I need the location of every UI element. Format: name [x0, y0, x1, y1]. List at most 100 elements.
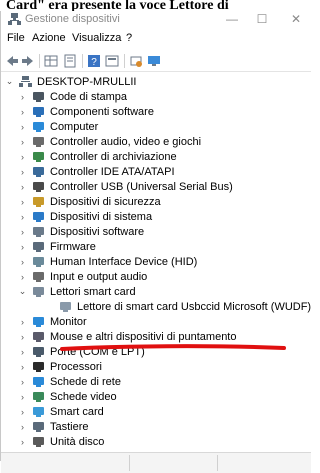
system-folder-icon: [33, 212, 44, 222]
mouse-icon: [33, 332, 44, 342]
tree-category-item[interactable]: › Human Interface Device (HID): [18, 254, 197, 269]
toolbar-divider: [124, 54, 125, 68]
chevron-right-icon[interactable]: ›: [18, 104, 27, 119]
toolbar-divider: [39, 54, 40, 68]
tree-category-item[interactable]: ⌄ Lettori smart card: [18, 284, 136, 299]
device-list-icon[interactable]: [105, 54, 119, 68]
smartcard-icon: [33, 407, 44, 417]
smartcard-device-icon: [60, 302, 71, 312]
title-bar: Gestione dispositivi — ☐ ✕: [1, 11, 311, 28]
chevron-right-icon[interactable]: ›: [18, 164, 27, 179]
monitor-scan-icon[interactable]: [147, 54, 161, 68]
tree-category-item[interactable]: › Monitor: [18, 314, 87, 329]
chevron-right-icon[interactable]: ›: [18, 149, 27, 164]
chevron-right-icon[interactable]: ›: [18, 119, 27, 134]
status-divider: [217, 455, 218, 471]
device-manager-icon: [8, 13, 21, 25]
tree-category-item[interactable]: › Dispositivi di sicurezza: [18, 194, 161, 209]
chevron-right-icon[interactable]: ›: [18, 344, 27, 359]
tree-category-item[interactable]: › Unità disco: [18, 434, 104, 449]
network-icon: [33, 377, 44, 387]
tree-category-item[interactable]: › Controller audio, video e giochi: [18, 134, 201, 149]
audio-io-icon: [33, 272, 44, 282]
tree-category-item[interactable]: › Code di stampa: [18, 89, 127, 104]
device-manager-window: Gestione dispositivi — ☐ ✕ File Azione V…: [0, 11, 311, 473]
properties-grid-icon[interactable]: [44, 54, 58, 68]
tree-item-label: Code di stampa: [50, 90, 128, 103]
chevron-right-icon[interactable]: ›: [18, 209, 27, 224]
minimize-button[interactable]: —: [217, 11, 247, 28]
tree-category-item[interactable]: › Schede di rete: [18, 374, 121, 389]
scan-hardware-icon[interactable]: [129, 54, 143, 68]
tree-category-item[interactable]: › Componenti software: [18, 104, 154, 119]
tree-category-item[interactable]: › Input e output audio: [18, 269, 147, 284]
computer-root-icon: [19, 76, 32, 87]
chevron-right-icon[interactable]: ›: [18, 404, 27, 419]
firmware-icon: [33, 242, 44, 252]
chevron-right-icon[interactable]: ›: [18, 254, 27, 269]
tree-root[interactable]: ⌄ DESKTOP-MRULLII: [5, 74, 137, 89]
chevron-right-icon[interactable]: ›: [18, 179, 27, 194]
tree-category-item[interactable]: › Computer: [18, 119, 98, 134]
chevron-right-icon[interactable]: ›: [18, 89, 27, 104]
menu-file[interactable]: File: [7, 32, 25, 44]
list-view-icon[interactable]: [63, 54, 77, 68]
tree-category-item[interactable]: › Dispositivi software: [18, 224, 144, 239]
smartcard-reader-icon: [33, 287, 44, 297]
cropped-caption-text: Card" era presente la voce Lettore di: [0, 0, 310, 11]
tree-item-label: Dispositivi software: [50, 225, 145, 238]
chevron-down-icon[interactable]: ⌄: [5, 74, 14, 89]
back-arrow-icon[interactable]: [5, 54, 19, 68]
chevron-right-icon[interactable]: ›: [18, 329, 27, 344]
tree-category-item[interactable]: › Controller USB (Universal Serial Bus): [18, 179, 233, 194]
chevron-right-icon[interactable]: ›: [18, 389, 27, 404]
red-annotation-underline: [60, 344, 286, 351]
chevron-right-icon[interactable]: ›: [18, 314, 27, 329]
tree-device-item[interactable]: Lettore di smart card Usbccid Microsoft …: [59, 299, 311, 314]
tree-category-item[interactable]: › Firmware: [18, 239, 96, 254]
status-divider: [129, 455, 130, 471]
tree-category-item[interactable]: › Controller di archiviazione: [18, 149, 177, 164]
close-button[interactable]: ✕: [281, 11, 311, 28]
speaker-icon: [33, 137, 44, 147]
menu-visualizza[interactable]: Visualizza: [72, 32, 121, 44]
tree-item-label: Schede di rete: [50, 375, 121, 388]
chevron-right-icon[interactable]: ›: [18, 374, 27, 389]
tree-item-label: Monitor: [50, 315, 87, 328]
tree-category-item[interactable]: › Schede video: [18, 389, 117, 404]
tree-item-label: Processori: [50, 360, 102, 373]
chevron-right-icon[interactable]: ›: [18, 194, 27, 209]
maximize-button[interactable]: ☐: [247, 11, 277, 28]
menu-azione[interactable]: Azione: [32, 32, 66, 44]
security-key-icon: [33, 197, 44, 207]
chevron-down-icon[interactable]: ⌄: [18, 284, 27, 299]
tree-category-item[interactable]: › Tastiere: [18, 419, 89, 434]
menu-help[interactable]: ?: [126, 32, 132, 44]
chevron-right-icon[interactable]: ›: [18, 224, 27, 239]
tree-category-item[interactable]: › Smart card: [18, 404, 104, 419]
chevron-right-icon[interactable]: ›: [18, 419, 27, 434]
tree-item-label: Controller di archiviazione: [50, 150, 177, 163]
chevron-right-icon[interactable]: ›: [18, 434, 27, 449]
tree-item-label: Dispositivi di sicurezza: [50, 195, 161, 208]
chevron-right-icon[interactable]: ›: [18, 269, 27, 284]
tree-item-label: Controller IDE ATA/ATAPI: [50, 165, 175, 178]
tree-item-label: Firmware: [50, 240, 96, 253]
tree-category-item[interactable]: › Processori: [18, 359, 102, 374]
chevron-right-icon[interactable]: ›: [18, 134, 27, 149]
chevron-right-icon[interactable]: ›: [18, 239, 27, 254]
tree-category-item[interactable]: › Dispositivi di sistema: [18, 209, 152, 224]
help-book-icon[interactable]: ?: [87, 54, 101, 68]
tree-category-item[interactable]: › Controller IDE ATA/ATAPI: [18, 164, 175, 179]
display-adapter-icon: [33, 392, 44, 402]
chevron-right-icon[interactable]: ›: [18, 359, 27, 374]
monitor-icon: [33, 317, 44, 327]
forward-arrow-icon[interactable]: [21, 54, 35, 68]
tree-item-label: Input e output audio: [50, 270, 148, 283]
tree-category-item[interactable]: › Mouse e altri dispositivi di puntamento: [18, 329, 236, 344]
hid-icon: [33, 257, 44, 267]
storage-icon: [33, 152, 44, 162]
tree-item-label: Controller audio, video e giochi: [50, 135, 202, 148]
tree-item-label: Tastiere: [50, 420, 89, 433]
software-device-icon: [33, 227, 44, 237]
